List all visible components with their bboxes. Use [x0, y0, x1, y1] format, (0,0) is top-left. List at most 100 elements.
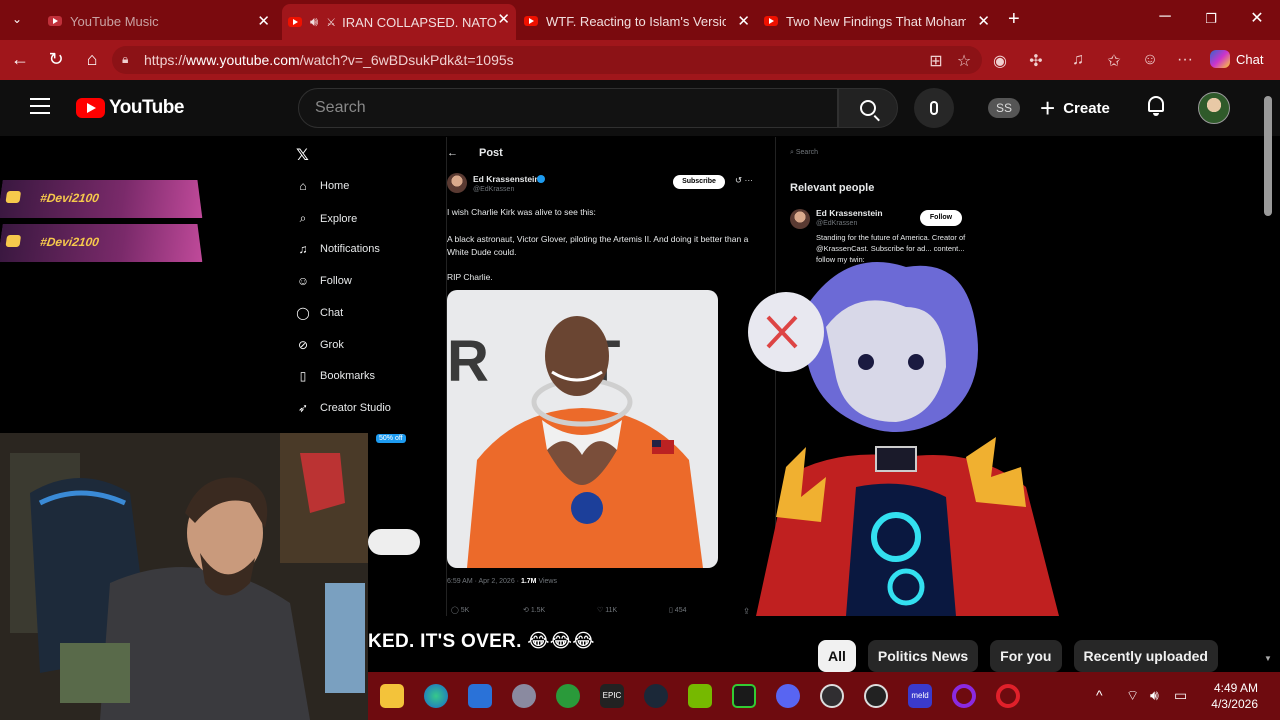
xbox-icon[interactable] [556, 684, 580, 708]
plus-icon: + [1040, 93, 1056, 123]
subscribe-button: Subscribe [673, 175, 725, 189]
taskbar-clock[interactable]: 4:49 AM 4/3/2026 [1211, 680, 1258, 712]
youtube-favicon-icon [764, 16, 778, 26]
youtube-favicon-icon [524, 16, 538, 26]
youtube-logo[interactable]: YouTube [76, 97, 184, 119]
grok-icon: ⊘ [297, 338, 309, 352]
tab-actions-icon[interactable]: ⌄ [12, 12, 22, 26]
apps-icon[interactable]: ⊞ [925, 51, 947, 71]
follow-button: Follow [920, 210, 962, 226]
avatar[interactable] [1198, 92, 1230, 124]
puzzle-icon[interactable]: ✣ [1025, 51, 1047, 71]
browser-tab-bar: ⌄ YouTube Music ✕ 🔊︎ ⚔ IRAN COLLAPSED. N… [0, 0, 1280, 40]
bookmark-count: ▯ 454 [669, 607, 687, 614]
bookmark-count-value: 454 [674, 607, 687, 614]
x-nav-creator-studio: ➶ Creator Studio [296, 401, 391, 415]
tab-wtf-reacting[interactable]: WTF. Reacting to Islam's Version o ✕ [524, 6, 756, 36]
meld-icon[interactable]: meld [908, 684, 932, 708]
search-input[interactable]: Search [298, 88, 838, 128]
tab-iran-collapsed[interactable]: 🔊︎ ⚔ IRAN COLLAPSED. NATO ✕ [282, 4, 516, 40]
notifications-bell-icon[interactable] [1146, 96, 1166, 118]
home-button[interactable]: ⌂ [80, 49, 104, 70]
x-nav-grok: ⊘ Grok [296, 338, 344, 352]
speaker-icon[interactable]: 🔊︎ [310, 14, 318, 30]
settings-gear-icon[interactable] [512, 684, 536, 708]
page-scrollbar[interactable] [1264, 96, 1272, 216]
chip-all[interactable]: All [818, 640, 856, 672]
epic-games-icon[interactable]: EPIC [600, 684, 624, 708]
minimize-button[interactable]: ─ [1150, 8, 1180, 26]
copilot-chat-button[interactable]: Chat [1210, 50, 1263, 68]
more-menu-icon[interactable]: ··· [1174, 51, 1196, 69]
search-button[interactable] [838, 88, 898, 128]
nvidia-icon[interactable] [688, 684, 712, 708]
bookmark-icon: ▯ [299, 369, 307, 383]
chips-scrollbar[interactable]: ▼ [1264, 654, 1272, 663]
obs-icon[interactable] [820, 684, 844, 708]
tab-title: YouTube Music [70, 13, 159, 29]
youtube-icon [5, 235, 21, 247]
stream-overlay-youtube: #Devi2100 [0, 224, 208, 262]
lock-icon[interactable]: 🔒︎ [122, 52, 128, 67]
youtube-header: YouTube Search SS + Create [0, 80, 1280, 136]
iran-flag-icon: ⚔ [326, 16, 337, 29]
favorite-star-icon[interactable]: ☆ [953, 51, 975, 71]
chip-recently-uploaded[interactable]: Recently uploaded [1073, 640, 1218, 672]
repost-count: ⟲ 1.5K [523, 607, 546, 614]
back-button[interactable]: ← [8, 49, 32, 70]
person-add-icon: ☺ [296, 274, 310, 288]
search-icon: ⌕ [299, 211, 307, 225]
outlook-icon[interactable] [468, 684, 492, 708]
close-tab-icon[interactable]: ✕ [977, 12, 990, 30]
opera-icon[interactable] [996, 684, 1020, 708]
clock-time: 4:49 AM [1213, 681, 1258, 695]
repost-count-value: 1.5K [530, 607, 546, 614]
author-name: Ed Krassenstein [473, 174, 540, 184]
media-icon[interactable]: ♫ [1067, 51, 1089, 69]
favorites-icon[interactable]: ✩ [1103, 51, 1125, 71]
create-button[interactable]: + Create [1040, 94, 1110, 122]
chip-for-you[interactable]: For you [990, 640, 1062, 672]
voice-search-button[interactable] [914, 88, 954, 128]
volume-icon[interactable]: 🔊︎ [1150, 687, 1159, 704]
steam-icon[interactable] [644, 684, 668, 708]
close-window-button[interactable]: ✕ [1242, 8, 1272, 28]
restore-button[interactable]: ❐ [1196, 11, 1226, 27]
tab-youtube-music[interactable]: YouTube Music ✕ [48, 6, 276, 36]
profile-icon[interactable]: ☺ [1139, 51, 1161, 69]
chip-politics-news[interactable]: Politics News [867, 640, 979, 672]
tab-two-new-findings[interactable]: Two New Findings That Mohamm ✕ [764, 6, 996, 36]
file-explorer-icon[interactable] [380, 684, 404, 708]
x-search-placeholder: Search [795, 149, 819, 156]
edge-browser-icon[interactable] [424, 684, 448, 708]
address-bar[interactable]: 🔒︎ https://www.youtube.com/watch?v=_6wBD… [112, 46, 982, 74]
battery-icon[interactable]: ▭ [1174, 687, 1187, 704]
close-tab-icon[interactable]: ✕ [497, 10, 510, 28]
speedometer-icon[interactable] [864, 684, 888, 708]
person-avatar [790, 209, 810, 229]
x-nav-label: Bookmarks [320, 370, 376, 382]
x-search-box: ⌕ Search [790, 149, 819, 156]
video-title-fragment[interactable]: KED. IT'S OVER. 😂😂😂 [368, 630, 595, 653]
x-nav-label: Notifications [320, 243, 380, 255]
account-badge[interactable]: SS [988, 98, 1020, 118]
close-tab-icon[interactable]: ✕ [737, 12, 750, 30]
author-avatar [447, 173, 467, 193]
extension-icon[interactable]: ◉ [989, 51, 1011, 71]
hamburger-menu-icon[interactable] [30, 98, 50, 114]
refresh-button[interactable]: ↻ [44, 49, 68, 70]
wifi-icon[interactable]: ⌔ [1126, 687, 1139, 705]
close-tab-icon[interactable]: ✕ [257, 12, 270, 30]
url-prefix: https:// [144, 52, 187, 68]
post-views-count: 1.7M [520, 578, 537, 585]
x-nav-label: Creator Studio [320, 402, 391, 414]
purple-ring-icon[interactable] [952, 684, 976, 708]
relevant-people-title: Relevant people [790, 182, 875, 194]
tray-chevron-icon[interactable]: ^ [1096, 687, 1103, 703]
gamebar-icon[interactable] [732, 684, 756, 708]
reply-count-value: 5K [460, 607, 470, 614]
home-icon: ⌂ [299, 179, 307, 193]
tab-title: Two New Findings That Mohamm [786, 13, 966, 29]
new-tab-button[interactable]: + [1008, 8, 1020, 31]
discord-icon[interactable] [776, 684, 800, 708]
